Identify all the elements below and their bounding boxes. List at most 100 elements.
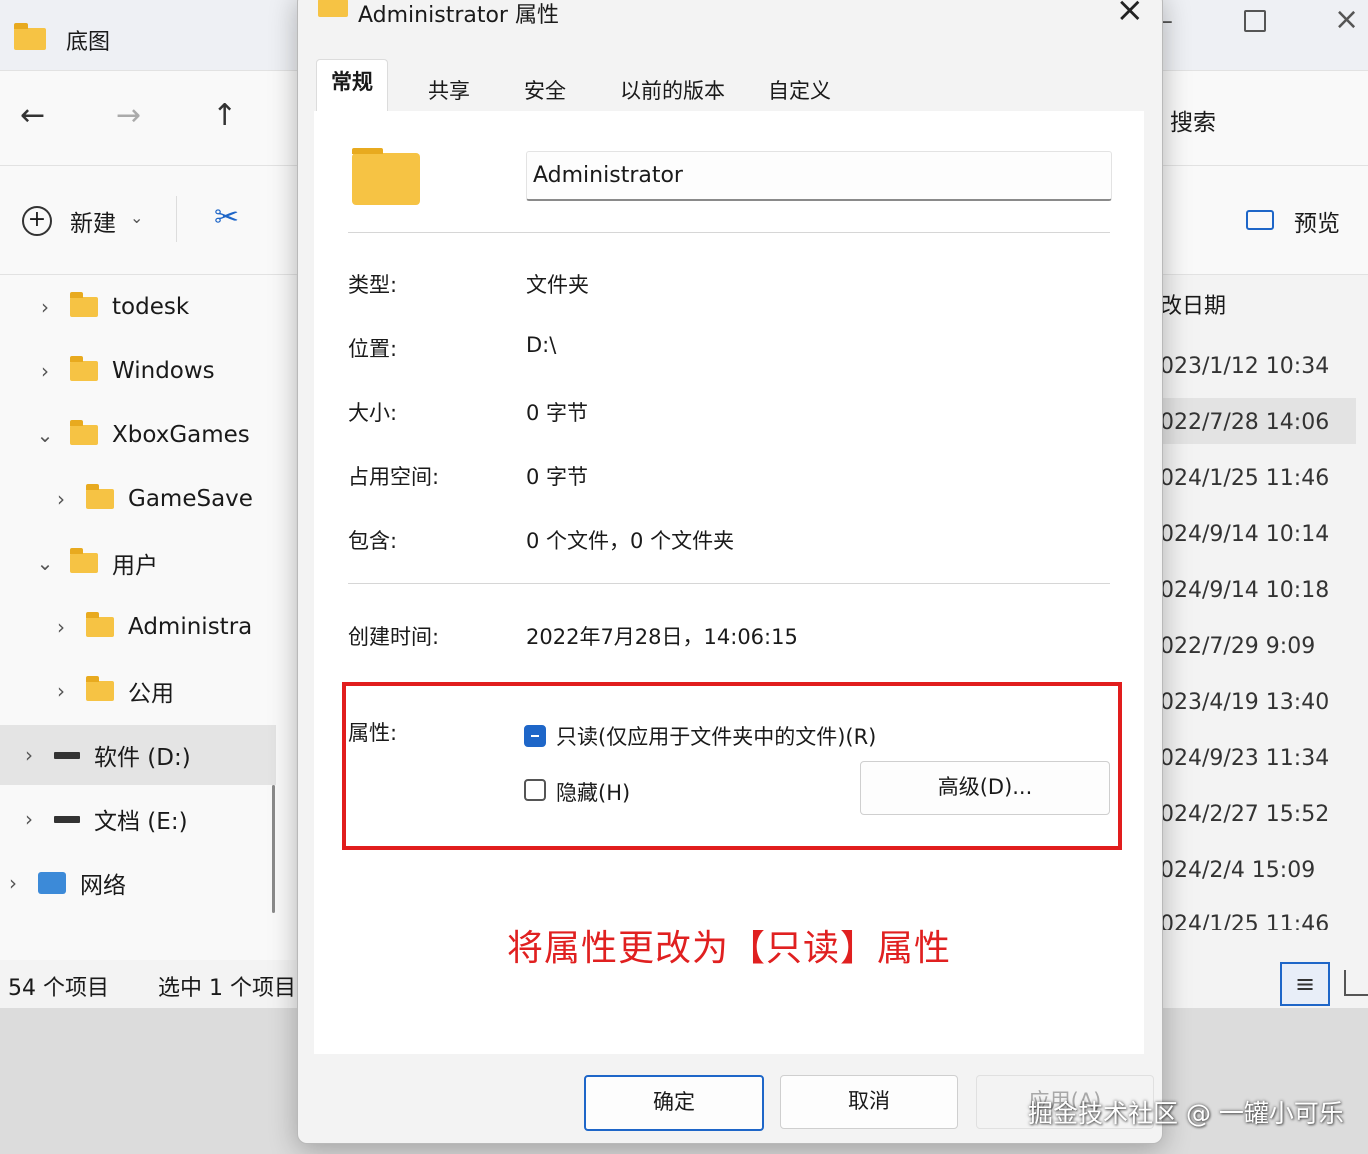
ok-button[interactable]: 确定 bbox=[584, 1075, 764, 1131]
folder-name-input[interactable]: Administrator bbox=[526, 151, 1112, 201]
list-item-date: 024/1/25 11:46 bbox=[1160, 912, 1330, 930]
network-icon bbox=[38, 872, 66, 894]
chevron-down-icon[interactable]: ⌄ bbox=[34, 551, 56, 575]
new-button[interactable]: 新建 bbox=[70, 204, 116, 238]
status-selected-count: 选中 1 个项目 bbox=[158, 976, 296, 1001]
tree-item-gamesave[interactable]: › GameSave bbox=[0, 469, 308, 529]
search-box-fragment[interactable]: 搜索 bbox=[1156, 103, 1216, 137]
preview-button[interactable]: 预览 bbox=[1294, 204, 1340, 238]
large-folder-icon bbox=[352, 148, 420, 205]
chevron-right-icon[interactable]: › bbox=[2, 871, 24, 895]
tree-item-network[interactable]: › 网络 bbox=[0, 853, 260, 913]
preview-pane-icon[interactable] bbox=[1246, 210, 1274, 230]
list-item-date: 024/2/4 15:09 bbox=[1160, 858, 1316, 883]
column-header-date[interactable]: 改日期 bbox=[1160, 288, 1226, 320]
chevron-right-icon[interactable]: › bbox=[50, 487, 72, 511]
location-label: 位置: bbox=[348, 337, 398, 361]
up-arrow-icon[interactable]: ↑ bbox=[212, 101, 237, 131]
status-item-count: 54 个项目 bbox=[8, 976, 109, 1001]
contains-value: 0 个文件，0 个文件夹 bbox=[526, 529, 735, 553]
list-item-date: 024/2/27 15:52 bbox=[1160, 802, 1330, 827]
folder-icon bbox=[70, 420, 98, 445]
list-item-date: 022/7/29 9:09 bbox=[1160, 634, 1316, 659]
forward-arrow-icon[interactable]: → bbox=[116, 101, 141, 131]
hidden-checkbox[interactable] bbox=[524, 779, 546, 801]
back-arrow-icon[interactable]: ← bbox=[20, 101, 45, 131]
tab-customize[interactable]: 自定义 bbox=[754, 71, 845, 111]
tiles-view-icon[interactable] bbox=[1344, 970, 1368, 996]
divider bbox=[176, 196, 177, 242]
details-view-icon[interactable]: ≡ bbox=[1280, 962, 1330, 1006]
tree-item-administrator[interactable]: › Administra bbox=[0, 597, 308, 657]
watermark-text: 掘金技术社区 @ 一罐小可乐 bbox=[1028, 1099, 1344, 1128]
type-value: 文件夹 bbox=[526, 273, 589, 297]
tree-item-label: Windows bbox=[112, 358, 215, 384]
folder-icon bbox=[318, 0, 348, 17]
tab-previous-versions[interactable]: 以前的版本 bbox=[606, 71, 739, 111]
divider bbox=[348, 583, 1110, 584]
list-item-date: 023/1/12 10:34 bbox=[1160, 354, 1330, 379]
list-item-date: 024/9/14 10:14 bbox=[1160, 522, 1330, 547]
tree-item-users[interactable]: ⌄ 用户 bbox=[0, 533, 292, 593]
chevron-down-icon[interactable]: ⌄ bbox=[34, 423, 56, 447]
list-item-date: 022/7/28 14:06 bbox=[1160, 410, 1330, 435]
folder-icon bbox=[86, 612, 114, 637]
attributes-label: 属性: bbox=[348, 721, 398, 745]
folder-icon bbox=[14, 23, 46, 50]
tree-item-label: 文档 (E:) bbox=[94, 809, 188, 835]
list-item-date: 024/9/23 11:34 bbox=[1160, 746, 1330, 771]
plus-circle-icon[interactable]: + bbox=[22, 206, 52, 236]
close-window-icon[interactable]: × bbox=[1334, 2, 1359, 37]
chevron-right-icon[interactable]: › bbox=[50, 615, 72, 639]
readonly-checkbox[interactable] bbox=[524, 725, 546, 747]
chevron-right-icon[interactable]: › bbox=[50, 679, 72, 703]
tree-item-label: Administra bbox=[128, 614, 253, 640]
folder-icon bbox=[70, 356, 98, 381]
tab-general[interactable]: 常规 bbox=[316, 59, 388, 112]
general-panel: Administrator 类型: 文件夹 位置: D:\ 大小: 0 字节 占… bbox=[314, 111, 1144, 1054]
scrollbar[interactable] bbox=[272, 785, 275, 913]
tree-item-xboxgames[interactable]: ⌄ XboxGames bbox=[0, 405, 292, 465]
properties-dialog: Administrator 属性 × 常规 共享 安全 以前的版本 自定义 Ad… bbox=[297, 0, 1163, 1144]
dialog-title: Administrator 属性 bbox=[358, 3, 559, 28]
tab-security[interactable]: 安全 bbox=[510, 71, 580, 111]
cancel-button[interactable]: 取消 bbox=[780, 1075, 958, 1129]
chevron-down-icon[interactable]: ⌄ bbox=[130, 208, 143, 227]
advanced-button[interactable]: 高级(D)... bbox=[860, 761, 1110, 815]
tree-item-windows[interactable]: › Windows bbox=[0, 341, 292, 401]
chevron-right-icon[interactable]: › bbox=[18, 807, 40, 831]
cut-icon[interactable]: ✂ bbox=[214, 200, 239, 235]
tree-item-label: XboxGames bbox=[112, 422, 250, 448]
tree-item-todesk[interactable]: › todesk bbox=[0, 277, 292, 337]
divider bbox=[348, 232, 1110, 233]
tab-sharing[interactable]: 共享 bbox=[414, 71, 484, 111]
type-label: 类型: bbox=[348, 273, 398, 297]
size-on-disk-label: 占用空间: bbox=[348, 465, 440, 489]
location-value: D:\ bbox=[526, 333, 557, 357]
tree-item-drive-e[interactable]: › 文档 (E:) bbox=[0, 789, 276, 849]
drive-icon bbox=[54, 751, 80, 759]
folder-icon bbox=[86, 484, 114, 509]
chevron-right-icon[interactable]: › bbox=[18, 743, 40, 767]
size-value: 0 字节 bbox=[526, 401, 589, 425]
tree-item-label: 软件 (D:) bbox=[94, 745, 191, 771]
tree-item-label: 网络 bbox=[80, 873, 126, 899]
drive-icon bbox=[54, 815, 80, 823]
maximize-icon[interactable] bbox=[1244, 10, 1266, 32]
created-value: 2022年7月28日，14:06:15 bbox=[526, 625, 798, 649]
tree-item-label: GameSave bbox=[128, 486, 253, 512]
created-label: 创建时间: bbox=[348, 625, 440, 649]
chevron-right-icon[interactable]: › bbox=[34, 359, 56, 383]
size-on-disk-value: 0 字节 bbox=[526, 465, 589, 489]
readonly-label[interactable]: 只读(仅应用于文件夹中的文件)(R) bbox=[556, 721, 876, 751]
navigation-pane: › todesk › Windows ⌄ XboxGames › GameSav… bbox=[0, 275, 296, 960]
chevron-right-icon[interactable]: › bbox=[34, 295, 56, 319]
list-item-date: 024/9/14 10:18 bbox=[1160, 578, 1330, 603]
tree-item-drive-d[interactable]: › 软件 (D:) bbox=[0, 725, 276, 785]
hidden-label[interactable]: 隐藏(H) bbox=[556, 777, 630, 807]
folder-icon bbox=[70, 292, 98, 317]
tree-item-label: 用户 bbox=[112, 553, 158, 579]
tree-item-public[interactable]: › 公用 bbox=[0, 661, 308, 721]
close-icon[interactable]: × bbox=[1116, 0, 1145, 27]
folder-icon bbox=[86, 676, 114, 701]
